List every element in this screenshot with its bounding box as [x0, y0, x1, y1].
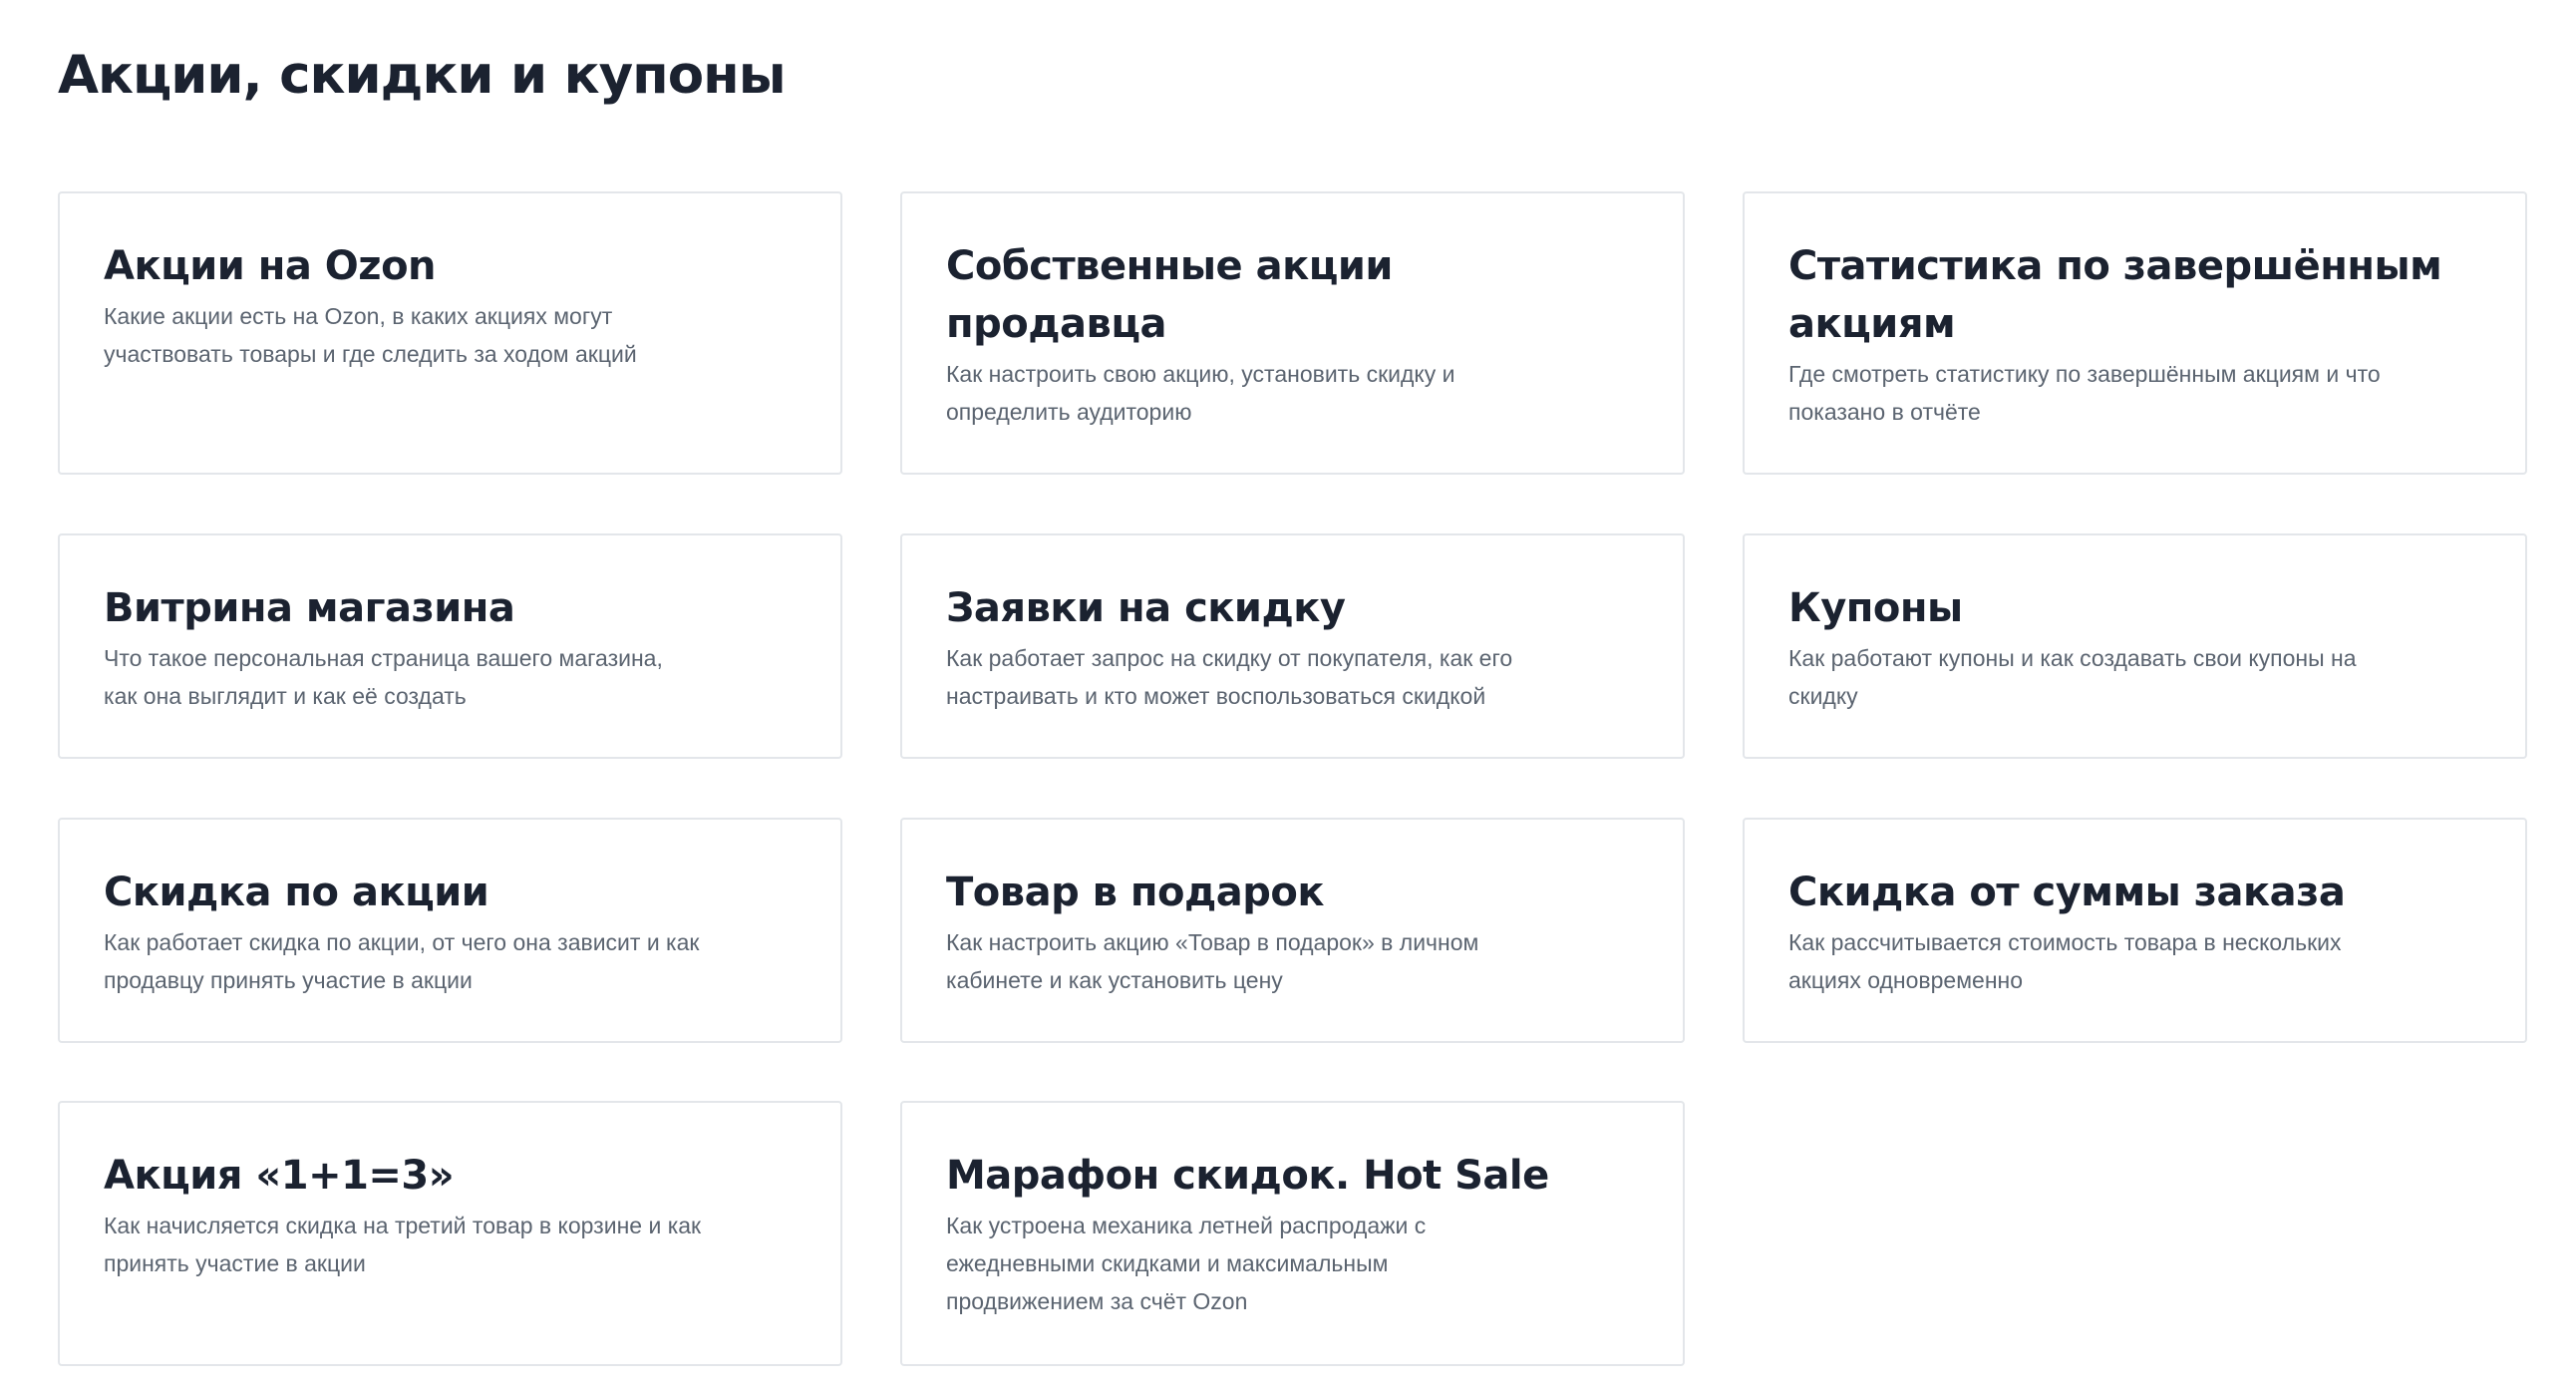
- card-title: Собственные акции продавца: [946, 243, 1393, 347]
- card-description: Как работают купоны и как создавать свои…: [1788, 645, 2357, 709]
- card-title: Акции на Ozon: [104, 243, 437, 289]
- card-description: Как настроить акцию «Товар в подарок» в …: [946, 929, 1479, 993]
- card-description: Где смотреть статистику по завершённым а…: [1788, 361, 2381, 425]
- card-finished-promotions-stats[interactable]: Статистика по завершённым акциям Где смо…: [1743, 191, 2527, 475]
- card-description: Как работает запрос на скидку от покупат…: [946, 645, 1513, 709]
- card-hot-sale-marathon[interactable]: Марафон скидок. Hot Sale Как устроена ме…: [900, 1101, 1685, 1366]
- card-title: Марафон скидок. Hot Sale: [946, 1153, 1549, 1199]
- card-seller-promotions[interactable]: Собственные акции продавца Как настроить…: [900, 191, 1685, 475]
- card-title: Акция «1+1=3»: [104, 1153, 455, 1199]
- page: Акции, скидки и купоны Акции на Ozon Как…: [0, 0, 2576, 1396]
- card-discount-requests[interactable]: Заявки на скидку Как работает запрос на …: [900, 533, 1685, 759]
- card-promotion-discount[interactable]: Скидка по акции Как работает скидка по а…: [58, 818, 842, 1043]
- card-1plus1-promotion[interactable]: Акция «1+1=3» Как начисляется скидка на …: [58, 1101, 842, 1366]
- cards-grid: Акции на Ozon Какие акции есть на Ozon, …: [58, 191, 2528, 1366]
- card-description: Как работает скидка по акции, от чего он…: [104, 929, 700, 993]
- card-ozon-promotions[interactable]: Акции на Ozon Какие акции есть на Ozon, …: [58, 191, 842, 475]
- card-title: Товар в подарок: [946, 870, 1325, 915]
- card-description: Как начисляется скидка на третий товар в…: [104, 1213, 702, 1276]
- card-title: Витрина магазина: [104, 585, 515, 631]
- card-description: Как рассчитывается стоимость товара в не…: [1788, 929, 2342, 993]
- card-title: Статистика по завершённым акциям: [1788, 243, 2442, 347]
- card-description: Как устроена механика летней распродажи …: [946, 1213, 1427, 1314]
- card-gift-product[interactable]: Товар в подарок Как настроить акцию «Тов…: [900, 818, 1685, 1043]
- card-store-showcase[interactable]: Витрина магазина Что такое персональная …: [58, 533, 842, 759]
- card-title: Купоны: [1788, 585, 1963, 631]
- card-title: Заявки на скидку: [946, 585, 1346, 631]
- card-coupons[interactable]: Купоны Как работают купоны и как создава…: [1743, 533, 2527, 759]
- card-title: Скидка от суммы заказа: [1788, 870, 2346, 915]
- card-order-amount-discount[interactable]: Скидка от суммы заказа Как рассчитываетс…: [1743, 818, 2527, 1043]
- card-title: Скидка по акции: [104, 870, 489, 915]
- page-title: Акции, скидки и купоны: [58, 45, 787, 106]
- card-description: Что такое персональная страница вашего м…: [104, 645, 663, 709]
- card-description: Как настроить свою акцию, установить ски…: [946, 361, 1455, 425]
- card-description: Какие акции есть на Ozon, в каких акциях…: [104, 303, 637, 367]
